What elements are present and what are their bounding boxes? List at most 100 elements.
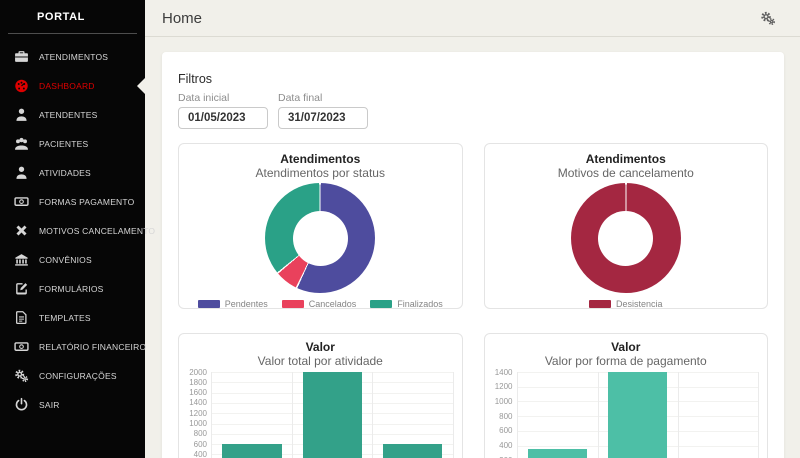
gridline bbox=[598, 372, 599, 458]
y-tick-label: 400 bbox=[194, 451, 207, 458]
date-start-field: Data inicial bbox=[178, 92, 268, 129]
chart-title: Valor bbox=[493, 340, 760, 354]
bar-chart: 140012001000800600400200 bbox=[493, 372, 760, 458]
person-icon bbox=[14, 165, 29, 180]
sidebar-item-dashboard[interactable]: DASHBOARD bbox=[0, 71, 145, 100]
date-end-input[interactable] bbox=[278, 107, 368, 129]
bar-chart: 200018001600140012001000800600400200 bbox=[187, 372, 454, 458]
y-tick-label: 2000 bbox=[189, 369, 207, 377]
chart-card-motivos-cancelamento: Atendimentos Motivos de cancelamento Des… bbox=[484, 143, 769, 309]
gears-icon[interactable] bbox=[760, 10, 776, 26]
gridline bbox=[372, 372, 373, 458]
sidebar-item-sair[interactable]: SAIR bbox=[0, 390, 145, 419]
gears-icon bbox=[14, 368, 29, 383]
y-tick-label: 600 bbox=[499, 427, 512, 435]
chart-card-atendimentos-status: Atendimentos Atendimentos por status Pen… bbox=[178, 143, 463, 309]
charts-grid: Atendimentos Atendimentos por status Pen… bbox=[178, 143, 768, 458]
chart-title: Atendimentos bbox=[493, 152, 760, 166]
chart-title: Atendimentos bbox=[187, 152, 454, 166]
legend-label: Desistencia bbox=[616, 299, 663, 309]
legend-item[interactable]: Pendentes bbox=[198, 299, 268, 309]
donut-chart bbox=[571, 183, 681, 293]
legend-label: Pendentes bbox=[225, 299, 268, 309]
legend-label: Cancelados bbox=[309, 299, 357, 309]
sidebar-item-configuracoes[interactable]: CONFIGURAÇÕES bbox=[0, 361, 145, 390]
y-tick-label: 1000 bbox=[189, 420, 207, 428]
sidebar-item-formularios[interactable]: FORMULÁRIOS bbox=[0, 274, 145, 303]
y-tick-label: 1400 bbox=[495, 369, 513, 377]
sidebar-item-label: RELATÓRIO FINANCEIRO bbox=[39, 342, 146, 352]
filters-heading: Filtros bbox=[178, 72, 768, 86]
chart-subtitle: Atendimentos por status bbox=[187, 166, 454, 181]
sidebar-item-label: ATIVIDADES bbox=[39, 168, 91, 178]
person-icon bbox=[14, 107, 29, 122]
sidebar-item-label: PACIENTES bbox=[39, 139, 88, 149]
sidebar-item-atendentes[interactable]: ATENDENTES bbox=[0, 100, 145, 129]
date-start-input[interactable] bbox=[178, 107, 268, 129]
x-icon bbox=[14, 223, 29, 238]
sidebar-item-label: ATENDIMENTOS bbox=[39, 52, 108, 62]
brand-title: PORTAL bbox=[0, 0, 145, 33]
sidebar: PORTAL ATENDIMENTOS DASHBOARD ATENDENTES… bbox=[0, 0, 145, 458]
y-tick-label: 1800 bbox=[189, 379, 207, 387]
bar bbox=[303, 372, 362, 458]
chart-subtitle: Motivos de cancelamento bbox=[493, 166, 760, 181]
legend-swatch bbox=[282, 300, 304, 308]
legend-item[interactable]: Finalizados bbox=[370, 299, 443, 309]
date-end-label: Data final bbox=[278, 92, 368, 104]
sidebar-item-motivos-cancelamento[interactable]: MOTIVOS CANCELAMENTO bbox=[0, 216, 145, 245]
sidebar-item-label: CONVÊNIOS bbox=[39, 255, 92, 265]
y-tick-label: 1400 bbox=[189, 399, 207, 407]
page-title: Home bbox=[162, 10, 202, 27]
sidebar-item-formas-pagamento[interactable]: FORMAS PAGAMENTO bbox=[0, 187, 145, 216]
y-tick-label: 1200 bbox=[495, 383, 513, 391]
bank-icon bbox=[14, 252, 29, 267]
bar bbox=[383, 444, 442, 458]
sidebar-item-label: ATENDENTES bbox=[39, 110, 98, 120]
sidebar-item-label: CONFIGURAÇÕES bbox=[39, 371, 117, 381]
sidebar-menu: ATENDIMENTOS DASHBOARD ATENDENTES PACIEN… bbox=[0, 34, 145, 419]
donut-hole bbox=[293, 211, 348, 266]
sidebar-item-atendimentos[interactable]: ATENDIMENTOS bbox=[0, 42, 145, 71]
chart-subtitle: Valor total por atividade bbox=[187, 354, 454, 369]
gridline bbox=[678, 372, 679, 458]
legend-swatch bbox=[370, 300, 392, 308]
sidebar-item-label: TEMPLATES bbox=[39, 313, 91, 323]
y-tick-label: 800 bbox=[499, 413, 512, 421]
chart-legend: Desistencia bbox=[493, 299, 760, 309]
sidebar-item-label: DASHBOARD bbox=[39, 81, 95, 91]
legend-swatch bbox=[198, 300, 220, 308]
sidebar-item-convenios[interactable]: CONVÊNIOS bbox=[0, 245, 145, 274]
chart-legend: Pendentes Cancelados Finalizados bbox=[187, 299, 454, 309]
sidebar-item-label: FORMULÁRIOS bbox=[39, 284, 104, 294]
plot-area bbox=[517, 372, 760, 458]
money-bill-icon bbox=[14, 194, 29, 209]
bar bbox=[222, 444, 281, 458]
plot-area bbox=[211, 372, 454, 458]
date-start-label: Data inicial bbox=[178, 92, 268, 104]
chart-card-valor-atividade: Valor Valor total por atividade 2000 1800… bbox=[178, 333, 463, 458]
sidebar-item-templates[interactable]: TEMPLATES bbox=[0, 303, 145, 332]
legend-swatch bbox=[589, 300, 611, 308]
y-tick-label: 1000 bbox=[495, 398, 513, 406]
power-icon bbox=[14, 397, 29, 412]
sidebar-item-label: SAIR bbox=[39, 400, 60, 410]
chart-title: Valor bbox=[187, 340, 454, 354]
legend-item[interactable]: Desistencia bbox=[589, 299, 663, 309]
legend-item[interactable]: Cancelados bbox=[282, 299, 357, 309]
briefcase-icon bbox=[14, 49, 29, 64]
y-tick-label: 1600 bbox=[189, 389, 207, 397]
y-axis: 200018001600140012001000800600400200 bbox=[187, 372, 211, 458]
main-area: Home Filtros Data inicial Data final Ate… bbox=[145, 0, 800, 458]
bar bbox=[608, 372, 667, 458]
sidebar-item-atividades[interactable]: ATIVIDADES bbox=[0, 158, 145, 187]
sidebar-item-label: MOTIVOS CANCELAMENTO bbox=[39, 226, 155, 236]
content-card: Filtros Data inicial Data final Atendime… bbox=[162, 52, 784, 458]
gridline bbox=[292, 372, 293, 458]
sidebar-item-relatorio-financeiro[interactable]: RELATÓRIO FINANCEIRO bbox=[0, 332, 145, 361]
sidebar-item-pacientes[interactable]: PACIENTES bbox=[0, 129, 145, 158]
gauge-icon bbox=[14, 78, 29, 93]
y-tick-label: 1200 bbox=[189, 410, 207, 418]
legend-label: Finalizados bbox=[397, 299, 443, 309]
y-tick-label: 400 bbox=[499, 442, 512, 450]
